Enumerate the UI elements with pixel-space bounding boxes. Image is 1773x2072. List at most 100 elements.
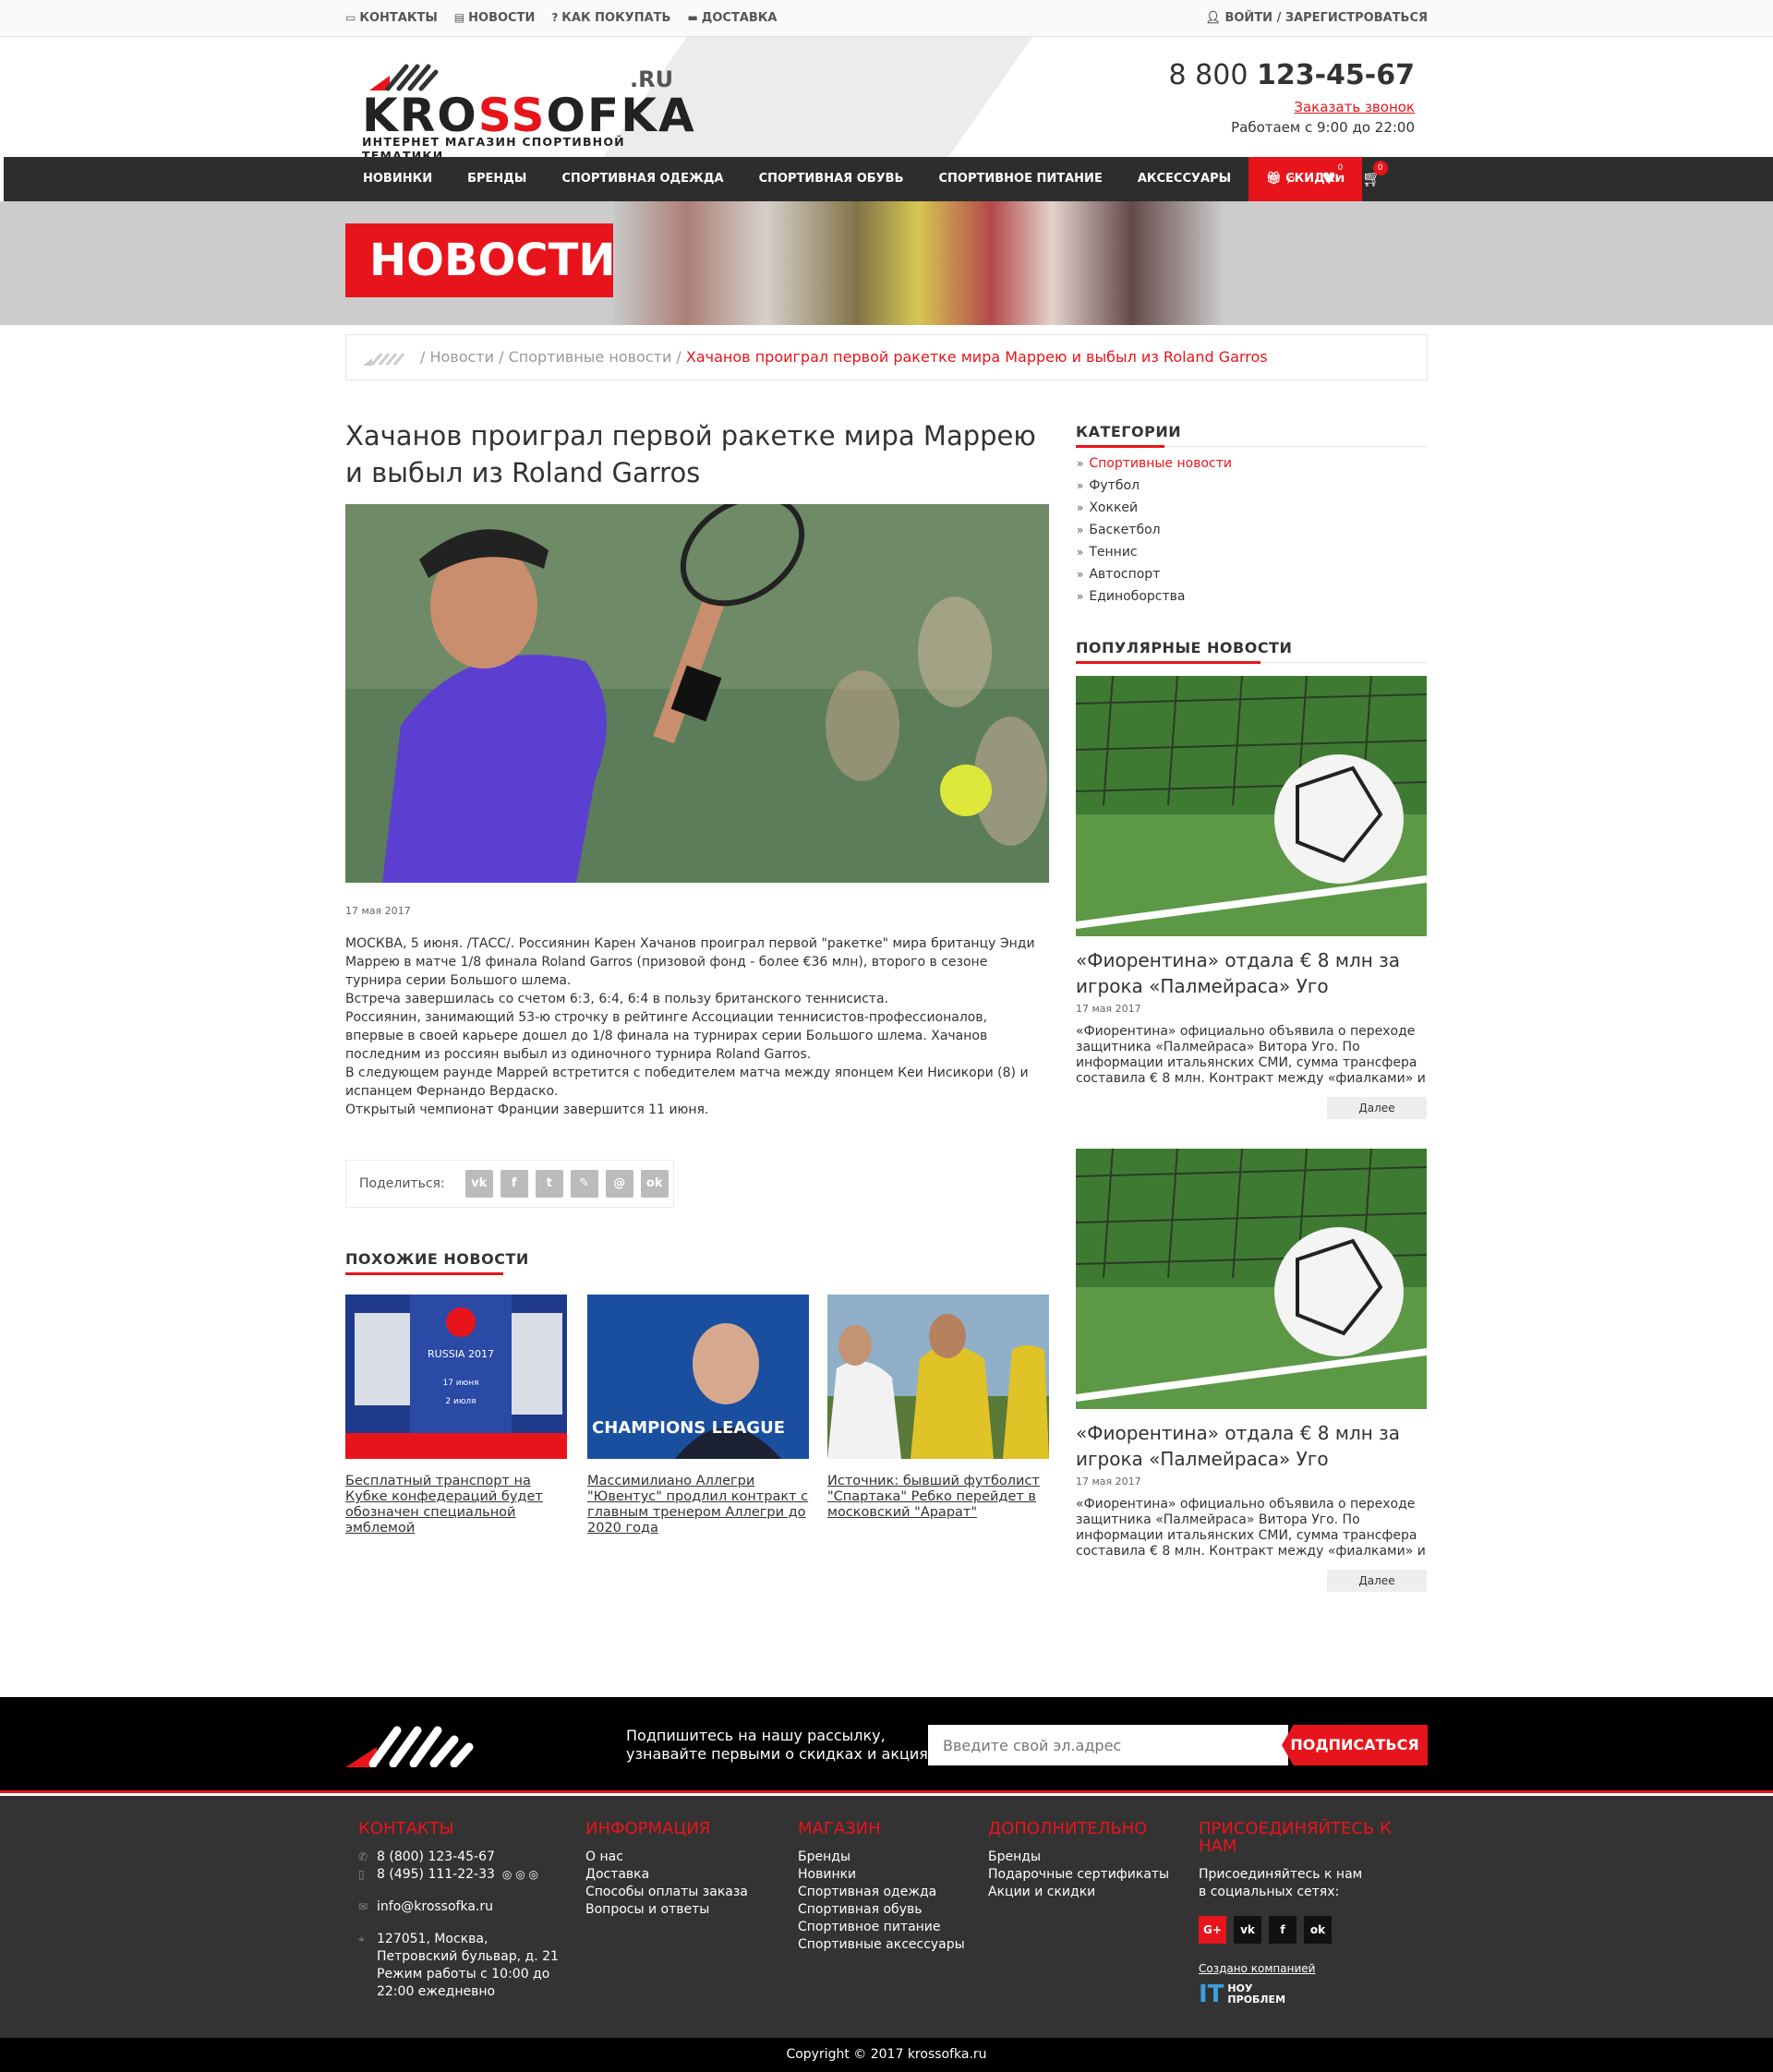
header: KROSSOFKA .RU ИНТЕРНЕТ МАГАЗИН СПОРТИВНО…	[0, 37, 1773, 157]
breadcrumb-sep: /	[671, 348, 686, 366]
footer-shop: МАГАЗИН Бренды Новинки Спортивная одежда…	[798, 1820, 965, 1954]
top-link-news[interactable]: ▤ НОВОСТИ	[454, 11, 536, 25]
similar-news-item[interactable]: CHAMPIONS LEAGUE Массимилиано Аллегри "Ю…	[587, 1295, 809, 1536]
footer-phone[interactable]: 8 (495) 111-22-33	[377, 1866, 495, 1884]
twitter-share-icon[interactable]: t	[535, 1170, 563, 1198]
similar-news-caption[interactable]: Источник: бывший футболист "Спартака" Ре…	[827, 1474, 1049, 1521]
livejournal-share-icon[interactable]: ✎	[570, 1170, 598, 1198]
nav-item-accessories[interactable]: АКСЕССУАРЫ	[1120, 157, 1248, 201]
breadcrumb-sport-news[interactable]: Спортивные новости	[509, 348, 672, 366]
breadcrumb-news[interactable]: Новости	[429, 348, 494, 366]
footer-link[interactable]: Спортивное питание	[798, 1919, 965, 1936]
facebook-icon[interactable]: f	[1269, 1916, 1297, 1944]
article-paragraph: Встреча завершилась со счетом 6:3, 6:4, …	[345, 992, 888, 1006]
more-button[interactable]: Далее	[1327, 1097, 1427, 1119]
login-link[interactable]: 👤︎ ВОЙТИ / ЗАРЕГИСТРОВАТЬСЯ	[1205, 11, 1428, 25]
vk-icon[interactable]: vk	[1234, 1916, 1261, 1944]
popular-news-title[interactable]: «Фиорентина» отдала € 8 млн за игрока «П…	[1076, 1420, 1427, 1472]
popular-news-date: 17 мая 2017	[1076, 1003, 1141, 1015]
top-link-how-to-buy[interactable]: ? КАК ПОКУПАТЬ	[551, 11, 670, 25]
popular-news-title: ПОПУЛЯРНЫЕ НОВОСТИ	[1076, 639, 1293, 657]
nav-item-clothing[interactable]: СПОРТИВНАЯ ОДЕЖДА	[544, 157, 741, 201]
nav-item-shoes[interactable]: СПОРТИВНАЯ ОБУВЬ	[742, 157, 922, 201]
header-phone[interactable]: 8 800 123-45-67	[1169, 59, 1415, 91]
category-item[interactable]: » Автоспорт	[1077, 563, 1232, 585]
developer-name: НОУ ПРОБЛЕМ	[1227, 1982, 1286, 2006]
similar-news-item[interactable]: RUSSIA 2017 17 июня 2 июля Бесплатный тр…	[345, 1295, 567, 1536]
category-item[interactable]: » Футбол	[1077, 475, 1232, 497]
callback-link[interactable]: Заказать звонок	[1169, 99, 1415, 115]
similar-news-heading: ПОХОЖИЕ НОВОСТИ	[345, 1250, 1049, 1275]
footer-link[interactable]: Спортивные аксессуары	[798, 1936, 965, 1954]
article-paragraph: МОСКВА, 5 июня. /ТАСС/. Россиянин Карен …	[345, 936, 1035, 988]
news-doc-icon: ▤	[453, 11, 465, 24]
nav-item-nutrition[interactable]: СПОРТИВНОЕ ПИТАНИЕ	[922, 157, 1120, 201]
wishlist-count-badge: 0	[1333, 161, 1348, 175]
footer-link[interactable]: Вопросы и ответы	[585, 1901, 748, 1919]
categories-title: КАТЕГОРИИ	[1076, 423, 1182, 440]
cart-icon[interactable]: 🛒︎ 0	[1362, 161, 1388, 188]
heading-underline	[1076, 445, 1164, 448]
footer-phone[interactable]: 8 (800) 123-45-67	[377, 1849, 495, 1866]
search-icon[interactable]: ⌕	[1287, 170, 1297, 188]
developer-logo[interactable]: IT НОУ ПРОБЛЕМ	[1199, 1982, 1428, 2006]
footer-link[interactable]: Бренды	[798, 1849, 965, 1866]
svg-text:RUSSIA 2017: RUSSIA 2017	[428, 1348, 494, 1360]
popular-news-image[interactable]	[1075, 675, 1428, 936]
google-plus-icon[interactable]: G+	[1199, 1916, 1226, 1944]
nav-item-brands[interactable]: БРЕНДЫ	[450, 157, 544, 201]
categories-list: » Спортивные новости » Футбол » Хоккей » Бас…	[1077, 452, 1232, 608]
heading-underline	[345, 1272, 503, 1275]
top-link-label: НОВОСТИ	[468, 11, 536, 25]
category-item[interactable]: » Хоккей	[1077, 497, 1232, 519]
vk-share-icon[interactable]: vk	[464, 1170, 493, 1198]
nav-item-new[interactable]: НОВИНКИ	[345, 157, 450, 201]
more-button[interactable]: Далее	[1327, 1570, 1427, 1592]
top-link-delivery[interactable]: ▬ ДОСТАВКА	[687, 11, 777, 25]
top-link-contacts[interactable]: ▭ КОНТАКТЫ	[345, 11, 438, 25]
footer-link[interactable]: О нас	[585, 1849, 748, 1866]
popular-news-title[interactable]: «Фиорентина» отдала € 8 млн за игрока «П…	[1076, 947, 1427, 999]
copyright: Copyright © 2017 krossofka.ru	[0, 2038, 1773, 2072]
heading-underline	[1076, 661, 1260, 664]
category-item[interactable]: » Единоборства	[1077, 585, 1232, 608]
category-item[interactable]: » Теннис	[1077, 541, 1232, 563]
logo-tagline: ИНТЕРНЕТ МАГАЗИН СПОРТИВНОЙ ТЕМАТИКИ	[362, 135, 625, 157]
footer-link[interactable]: Способы оплаты заказа	[585, 1884, 748, 1901]
footer-extra: ДОПОЛНИТЕЛЬНО Бренды Подарочные сертифик…	[988, 1820, 1169, 1901]
category-item[interactable]: » Баскетбол	[1077, 519, 1232, 541]
email-field[interactable]	[928, 1725, 1288, 1765]
odnoklassniki-share-icon[interactable]: ok	[640, 1170, 669, 1198]
popular-news-image[interactable]	[1075, 1148, 1428, 1409]
cart-count-badge: 0	[1372, 161, 1388, 175]
join-text: в социальных сетях:	[1199, 1885, 1340, 1899]
banner-title: НОВОСТИ	[345, 223, 616, 297]
article-paragraph: Россиянин, занимающий 53-ю строчку в рей…	[345, 1010, 988, 1062]
chevron-right-icon: »	[1077, 590, 1084, 603]
article-body: МОСКВА, 5 июня. /ТАСС/. Россиянин Карен …	[345, 934, 1047, 1119]
category-item[interactable]: » Спортивные новости	[1077, 452, 1232, 475]
similar-news-caption[interactable]: Бесплатный транспорт на Кубке конфедерац…	[345, 1474, 567, 1536]
similar-news-caption[interactable]: Массимилиано Аллегри "Ювентус" продлил к…	[587, 1474, 809, 1536]
footer-contacts: КОНТАКТЫ ✆ 8 (800) 123-45-67 ▯ 8 (495) 111…	[358, 1820, 561, 2001]
similar-news-item[interactable]: Источник: бывший футболист "Спартака" Ре…	[827, 1295, 1049, 1521]
footer-link[interactable]: Бренды	[988, 1849, 1169, 1866]
footer-email[interactable]: info@krossofka.ru	[377, 1898, 493, 1916]
footer-link[interactable]: Подарочные сертификаты	[988, 1866, 1169, 1884]
odnoklassniki-icon[interactable]: ok	[1304, 1916, 1332, 1944]
subscribe-button[interactable]: ПОДПИСАТЬСЯ	[1282, 1725, 1428, 1765]
site-logo[interactable]: KROSSOFKA .RU ИНТЕРНЕТ МАГАЗИН СПОРТИВНО…	[362, 57, 694, 157]
footer-link[interactable]: Спортивная одежда	[798, 1884, 965, 1901]
home-logo-icon[interactable]	[363, 351, 405, 366]
article-paragraph: В следующем раунде Маррей встретится с п…	[345, 1066, 1029, 1099]
facebook-share-icon[interactable]: f	[500, 1170, 528, 1198]
footer-link[interactable]: Спортивная обувь	[798, 1901, 965, 1919]
wishlist-heart-icon[interactable]: ♥ 0	[1322, 161, 1348, 188]
footer-link[interactable]: Акции и скидки	[988, 1884, 1169, 1901]
mailru-share-icon[interactable]: @	[605, 1170, 633, 1198]
created-by-label[interactable]: Создано компанией	[1199, 1960, 1428, 1978]
subscribe-bar: Подпишитесь на нашу рассылку, узнавайте …	[0, 1697, 1773, 1793]
footer-link[interactable]: Доставка	[585, 1866, 748, 1884]
footer-link[interactable]: Новинки	[798, 1866, 965, 1884]
popular-news-text: «Фиорентина» официально объявила о перех…	[1076, 1024, 1426, 1086]
